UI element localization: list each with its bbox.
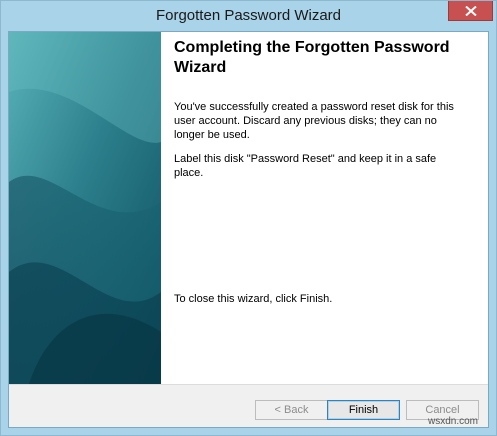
page-heading: Completing the Forgotten Password Wizard bbox=[174, 39, 450, 76]
close-button[interactable] bbox=[448, 1, 493, 21]
window-title: Forgotten Password Wizard bbox=[155, 7, 342, 24]
title-bar[interactable]: Forgotten Password Wizard bbox=[1, 1, 496, 31]
wizard-content: Completing the Forgotten Password Wizard… bbox=[161, 32, 488, 384]
wizard-side-banner bbox=[9, 32, 161, 384]
wizard-window: Forgotten Password Wizard Completing the… bbox=[0, 0, 497, 436]
label-instruction: Label this disk "Password Reset" and kee… bbox=[174, 153, 437, 179]
banner-graphic bbox=[9, 32, 161, 384]
wizard-client-area: Completing the Forgotten Password Wizard… bbox=[8, 31, 489, 428]
success-message: You've successfully created a password r… bbox=[174, 101, 454, 141]
back-button[interactable]: < Back bbox=[255, 400, 328, 420]
finish-button[interactable]: Finish bbox=[327, 400, 400, 420]
close-instruction: To close this wizard, click Finish. bbox=[174, 293, 333, 305]
watermark-text: wsxdn.com bbox=[428, 416, 479, 427]
wizard-button-bar: < Back Finish Cancel bbox=[9, 385, 488, 427]
close-icon bbox=[465, 6, 477, 16]
